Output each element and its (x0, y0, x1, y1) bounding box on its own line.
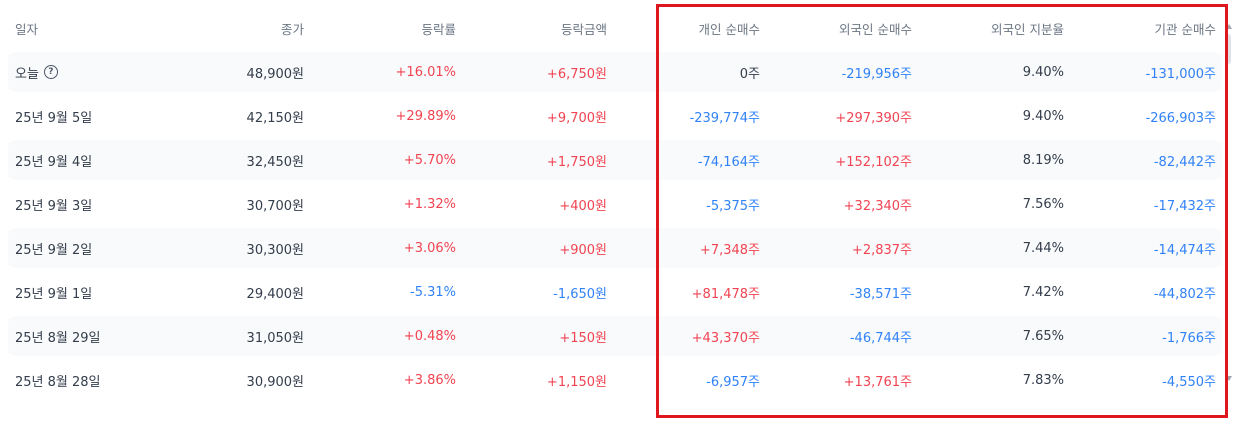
table-row[interactable]: 25년 9월 2일 30,300원 +3.06% +900원 +7,348주 +… (8, 228, 1222, 268)
row-individual-net-buy: +43,370주 (691, 330, 760, 346)
row-foreign-net-buy: +152,102주 (835, 154, 912, 170)
row-change-rate: +29.89% (395, 108, 456, 124)
row-foreign-net-buy: +2,837주 (851, 242, 912, 258)
row-change-amount: +1,150원 (546, 374, 607, 390)
table-row[interactable]: 25년 8월 29일 31,050원 +0.48% +150원 +43,370주… (8, 316, 1222, 356)
row-foreign-ownership: 9.40% (1022, 108, 1064, 124)
row-change-rate: +1.32% (403, 196, 456, 212)
table-row[interactable]: 25년 9월 4일 32,450원 +5.70% +1,750원 -74,164… (8, 140, 1222, 180)
row-individual-net-buy: -74,164주 (697, 154, 760, 170)
header-foreign-ownership[interactable]: 외국인 지분율 (912, 10, 1064, 46)
row-change-rate: +3.06% (403, 240, 456, 256)
row-foreign-net-buy: -219,956주 (841, 66, 912, 82)
row-change-rate: +16.01% (395, 64, 456, 80)
scrollbar[interactable] (1224, 8, 1232, 388)
row-institution-net-buy: -82,442주 (1153, 154, 1216, 170)
row-institution-net-buy: -131,000주 (1145, 66, 1216, 82)
date-label: 오늘 (15, 66, 39, 82)
scroll-up-arrow-icon[interactable] (1226, 24, 1232, 29)
row-change-amount: +400원 (559, 198, 607, 214)
row-individual-net-buy: -6,957주 (706, 374, 760, 390)
row-close-price: 42,150원 (246, 110, 304, 126)
row-change-rate: +5.70% (403, 152, 456, 168)
row-foreign-ownership: 7.56% (1022, 196, 1064, 212)
row-foreign-net-buy: -46,744주 (849, 330, 912, 346)
question-circle-icon[interactable]: ? (43, 65, 58, 79)
table-row[interactable]: 25년 8월 28일 30,900원 +3.86% +1,150원 -6,957… (8, 360, 1222, 400)
row-institution-net-buy: -4,550주 (1162, 374, 1216, 390)
row-change-amount: +1,750원 (546, 154, 607, 170)
row-foreign-net-buy: +13,761주 (843, 374, 912, 390)
row-close-price: 30,700원 (246, 198, 304, 214)
table-row[interactable]: 오늘 ? 48,900원 +16.01% +6,750원 0주 -219,956… (8, 52, 1222, 92)
header-institution-net-buy[interactable]: 기관 순매수 (1064, 10, 1216, 46)
row-close-price: 32,450원 (246, 154, 304, 170)
row-change-amount: +900원 (559, 242, 607, 258)
row-institution-net-buy: -1,766주 (1162, 330, 1216, 346)
header-foreign-net-buy[interactable]: 외국인 순매수 (760, 10, 912, 46)
row-change-rate: -5.31% (410, 284, 456, 300)
row-close-price: 48,900원 (246, 66, 304, 82)
row-institution-net-buy: -14,474주 (1153, 242, 1216, 258)
table-row[interactable]: 25년 9월 1일 29,400원 -5.31% -1,650원 +81,478… (8, 272, 1222, 312)
row-close-price: 29,400원 (246, 286, 304, 302)
row-individual-net-buy: +81,478주 (691, 286, 760, 302)
row-close-price: 30,900원 (246, 374, 304, 390)
header-change-rate[interactable]: 등락률 (298, 10, 456, 46)
header-change-amount[interactable]: 등락금액 (458, 10, 607, 46)
row-foreign-net-buy: +32,340주 (843, 198, 912, 214)
header-close-price[interactable]: 종가 (128, 10, 304, 46)
header-individual-net-buy[interactable]: 개인 순매수 (608, 10, 760, 46)
table-row[interactable]: 25년 9월 5일 42,150원 +29.89% +9,700원 -239,7… (8, 96, 1222, 136)
row-individual-net-buy: -239,774주 (689, 110, 760, 126)
row-foreign-ownership: 7.65% (1022, 328, 1064, 344)
row-foreign-ownership: 9.40% (1022, 64, 1064, 80)
row-institution-net-buy: -17,432주 (1153, 198, 1216, 214)
row-change-rate: +0.48% (403, 328, 456, 344)
row-individual-net-buy: +7,348주 (699, 242, 760, 258)
scroll-down-arrow-icon[interactable] (1226, 376, 1232, 381)
table-row[interactable]: 25년 9월 3일 30,700원 +1.32% +400원 -5,375주 +… (8, 184, 1222, 224)
table-header: 일자 종가 등락률 등락금액 개인 순매수 외국인 순매수 외국인 지분율 기관… (8, 10, 1222, 46)
row-close-price: 30,300원 (246, 242, 304, 258)
row-foreign-ownership: 7.42% (1022, 284, 1064, 300)
row-change-amount: +6,750원 (546, 66, 607, 82)
row-individual-net-buy: 0주 (739, 66, 760, 82)
row-institution-net-buy: -266,903주 (1145, 110, 1216, 126)
scrollbar-thumb[interactable] (1225, 34, 1231, 64)
row-change-amount: -1,650원 (553, 286, 607, 302)
row-foreign-ownership: 7.44% (1022, 240, 1064, 256)
row-change-amount: +150원 (559, 330, 607, 346)
row-institution-net-buy: -44,802주 (1153, 286, 1216, 302)
row-change-amount: +9,700원 (546, 110, 607, 126)
row-foreign-ownership: 8.19% (1022, 152, 1064, 168)
row-foreign-net-buy: +297,390주 (835, 110, 912, 126)
row-foreign-ownership: 7.83% (1022, 372, 1064, 388)
row-foreign-net-buy: -38,571주 (849, 286, 912, 302)
row-individual-net-buy: -5,375주 (706, 198, 760, 214)
row-close-price: 31,050원 (246, 330, 304, 346)
row-change-rate: +3.86% (403, 372, 456, 388)
